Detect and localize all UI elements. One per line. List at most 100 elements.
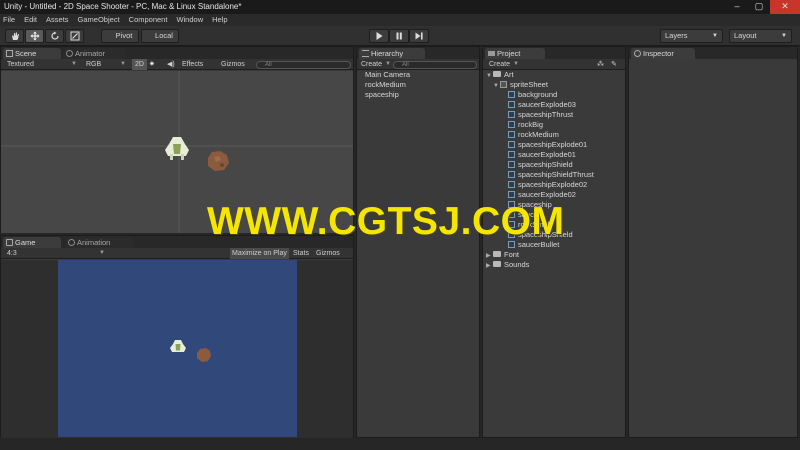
hierarchy-create-dropdown[interactable]: Create — [361, 59, 382, 70]
move-icon — [30, 31, 39, 41]
gizmos-dropdown[interactable]: Gizmos — [221, 59, 245, 70]
maximize-on-play-toggle[interactable]: Maximize on Play — [230, 248, 289, 259]
menu-edit[interactable]: Edit — [24, 14, 37, 26]
sprite-item[interactable]: saucerExplode01 — [508, 150, 576, 160]
layers-label: Layers — [665, 31, 688, 40]
audio-toggle-icon[interactable]: ◀) — [167, 59, 175, 70]
play-icon — [376, 32, 383, 40]
menu-file[interactable]: File — [3, 14, 15, 26]
sprite-item[interactable]: rockBig — [508, 120, 543, 130]
sprite-icon — [508, 191, 515, 198]
scene-search-input[interactable]: All — [256, 61, 351, 69]
scene-viewport[interactable] — [1, 71, 353, 233]
sprite-item[interactable]: spaceshipExplode02 — [508, 180, 587, 190]
list-icon — [362, 50, 369, 57]
pause-button[interactable] — [389, 29, 409, 43]
sprite-item-label: saucerExplode01 — [518, 150, 576, 159]
folder-icon — [488, 51, 495, 56]
sprite-item[interactable]: rockMedium — [508, 130, 559, 140]
tab-inspector[interactable]: Inspector — [631, 48, 695, 59]
sprite-item[interactable]: saucerBullet — [508, 240, 559, 250]
sprite-icon — [508, 241, 515, 248]
effects-dropdown[interactable]: Effects — [182, 59, 203, 70]
sprite-item[interactable]: saucerExplode03 — [508, 100, 576, 110]
menu-bar: File Edit Assets GameObject Component Wi… — [0, 14, 800, 26]
tab-project[interactable]: Project — [485, 48, 545, 59]
hierarchy-item-main-camera[interactable]: Main Camera — [365, 70, 410, 80]
spritesheet-label: spriteSheet — [510, 80, 548, 89]
menu-window[interactable]: Window — [176, 14, 203, 26]
game-gizmos-dropdown[interactable]: Gizmos — [316, 248, 340, 259]
pivot-toggle[interactable]: Pivot — [101, 29, 139, 43]
sprite-item[interactable]: spaceshipShield — [508, 160, 573, 170]
filter-by-label-icon[interactable]: ✎ — [611, 59, 617, 70]
render-mode-dropdown[interactable]: RGB — [86, 59, 101, 70]
tab-scene[interactable]: Scene — [3, 48, 61, 59]
local-toggle[interactable]: Local — [141, 29, 179, 43]
sprite-icon — [508, 181, 515, 188]
sprite-item[interactable]: saucer — [508, 210, 541, 220]
tab-game[interactable]: Game — [3, 237, 61, 248]
menu-gameobject[interactable]: GameObject — [78, 14, 120, 26]
chevron-down-icon: ▼ — [385, 61, 391, 67]
animation-icon — [68, 239, 75, 246]
rotate-icon — [50, 31, 59, 40]
sprite-item[interactable]: rockSmall — [508, 220, 551, 230]
layers-dropdown[interactable]: Layers ▼ — [660, 29, 723, 43]
rotate-tool-button[interactable] — [45, 29, 64, 43]
sprite-item-label: rockSmall — [518, 220, 551, 229]
2d-toggle[interactable]: 2D — [132, 59, 147, 70]
tab-animator[interactable]: Animator — [63, 48, 125, 59]
sprite-item-label: saucerBullet — [518, 240, 560, 249]
step-button[interactable] — [409, 29, 429, 43]
game-panel: Game Animation 4:3 ▼ Maximize on Play St… — [0, 235, 354, 438]
sprite-sheet-icon — [500, 81, 507, 88]
menu-help[interactable]: Help — [212, 14, 227, 26]
sprite-item[interactable]: spaceshipShieldThrust — [508, 170, 594, 180]
tab-animation[interactable]: Animation — [65, 237, 133, 248]
hierarchy-item-spaceship[interactable]: spaceship — [365, 90, 399, 100]
sprite-icon — [508, 141, 515, 148]
tab-scene-label: Scene — [15, 49, 37, 58]
maximize-button[interactable]: ▢ — [748, 0, 770, 14]
close-button[interactable]: ✕ — [770, 0, 800, 14]
minimize-button[interactable]: – — [726, 0, 748, 14]
tab-project-label: Project — [497, 49, 521, 58]
shading-dropdown[interactable]: Textured — [7, 59, 34, 70]
hierarchy-search-input[interactable]: All — [393, 61, 477, 69]
sprite-item-label: saucer — [518, 210, 541, 219]
layout-dropdown[interactable]: Layout ▼ — [729, 29, 792, 43]
animator-icon — [66, 50, 73, 57]
tab-game-label: Game — [15, 238, 36, 247]
project-folder-sounds[interactable]: ▶ Sounds — [486, 260, 529, 271]
sprite-item[interactable]: spaceshipExplode01 — [508, 140, 587, 150]
stats-toggle[interactable]: Stats — [293, 248, 309, 259]
aspect-dropdown[interactable]: 4:3 — [7, 248, 17, 259]
hand-tool-button[interactable] — [5, 29, 24, 43]
light-toggle-icon[interactable]: ✷ — [149, 59, 155, 70]
sprite-item[interactable]: background — [508, 90, 557, 100]
game-viewport[interactable] — [1, 260, 353, 438]
sprite-item[interactable]: spaceship — [508, 200, 552, 210]
sprite-item[interactable]: spaceshipShield — [508, 230, 573, 240]
step-icon — [415, 32, 423, 40]
scale-tool-button[interactable] — [65, 29, 84, 43]
project-create-dropdown[interactable]: Create — [489, 59, 510, 70]
move-tool-button[interactable] — [25, 29, 44, 43]
sprite-item[interactable]: spaceshipThrust — [508, 110, 573, 120]
filter-by-type-icon[interactable]: ⁂ — [597, 59, 604, 70]
chevron-down-icon: ▼ — [120, 61, 126, 67]
hierarchy-item-rock-medium[interactable]: rockMedium — [365, 80, 406, 90]
menu-assets[interactable]: Assets — [46, 14, 69, 26]
sprite-icon — [508, 111, 515, 118]
sprite-item[interactable]: saucerExplode02 — [508, 190, 576, 200]
play-button[interactable] — [369, 29, 389, 43]
hand-icon — [11, 32, 19, 40]
chevron-down-icon: ▼ — [493, 83, 499, 89]
folder-art-label: Art — [504, 70, 514, 79]
sprite-icon — [508, 211, 515, 218]
tab-inspector-label: Inspector — [643, 49, 674, 58]
menu-component[interactable]: Component — [129, 14, 168, 26]
tab-hierarchy[interactable]: Hierarchy — [359, 48, 425, 59]
sprite-icon — [508, 131, 515, 138]
